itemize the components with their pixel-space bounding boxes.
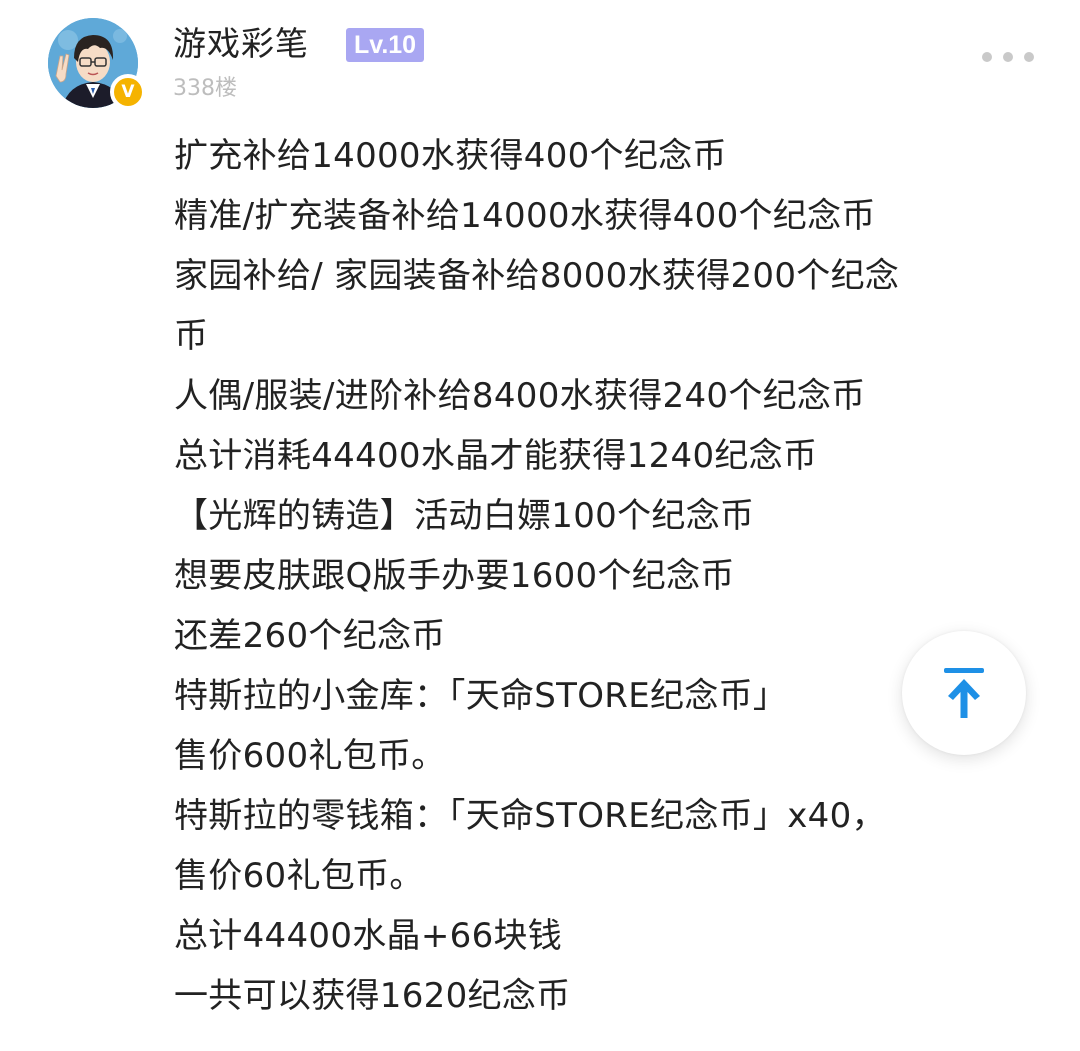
more-dots-icon: [982, 52, 992, 62]
content-line: 特斯拉的零钱箱：「天命STORE纪念币」x40，: [174, 796, 886, 836]
content-line: 特斯拉的小金库：「天命STORE纪念币」: [174, 676, 788, 716]
author-name[interactable]: 游戏彩笔: [173, 22, 309, 66]
verified-v-icon: V: [110, 74, 146, 110]
content-line: 总计消耗44400水晶才能获得1240纪念币: [174, 436, 818, 476]
content-line: 精准/扩充装备补给14000水获得400个纪念币: [174, 196, 876, 236]
back-to-top-button[interactable]: [902, 631, 1026, 755]
content-line: 【光辉的铸造】活动白嫖100个纪念币: [174, 496, 755, 536]
content-line: 总计44400水晶+66块钱: [174, 916, 563, 956]
content-line: 售价60礼包币。: [174, 856, 424, 896]
content-line: 一共可以获得1620纪念币: [174, 976, 571, 1016]
verified-mark: V: [121, 82, 135, 102]
content-line: 售价600礼包币。: [174, 736, 446, 776]
content-line: 家园补给/ 家园装备补给8000水获得200个纪念: [174, 256, 900, 296]
more-dots-icon: [1024, 52, 1034, 62]
content-line: 还差260个纪念币: [174, 616, 446, 656]
floor-number: 338楼: [173, 76, 237, 101]
post-content: 扩充补给14000水获得400个纪念币 精准/扩充装备补给14000水获得400…: [174, 126, 1024, 1026]
content-line: 想要皮肤跟Q版手办要1600个纪念币: [174, 556, 735, 596]
more-options-button[interactable]: [982, 44, 1034, 70]
post-card: V 游戏彩笔 Lv.10 338楼 扩充补给14000水获得400个纪念币 精准…: [0, 0, 1080, 1051]
content-line: 人偶/服装/进阶补给8400水获得240个纪念币: [174, 376, 866, 416]
more-dots-icon: [1003, 52, 1013, 62]
content-line: 扩充补给14000水获得400个纪念币: [174, 136, 727, 176]
content-line: 币: [174, 316, 209, 356]
level-badge: Lv.10: [346, 28, 425, 62]
arrow-up-to-top-icon: [944, 668, 984, 718]
